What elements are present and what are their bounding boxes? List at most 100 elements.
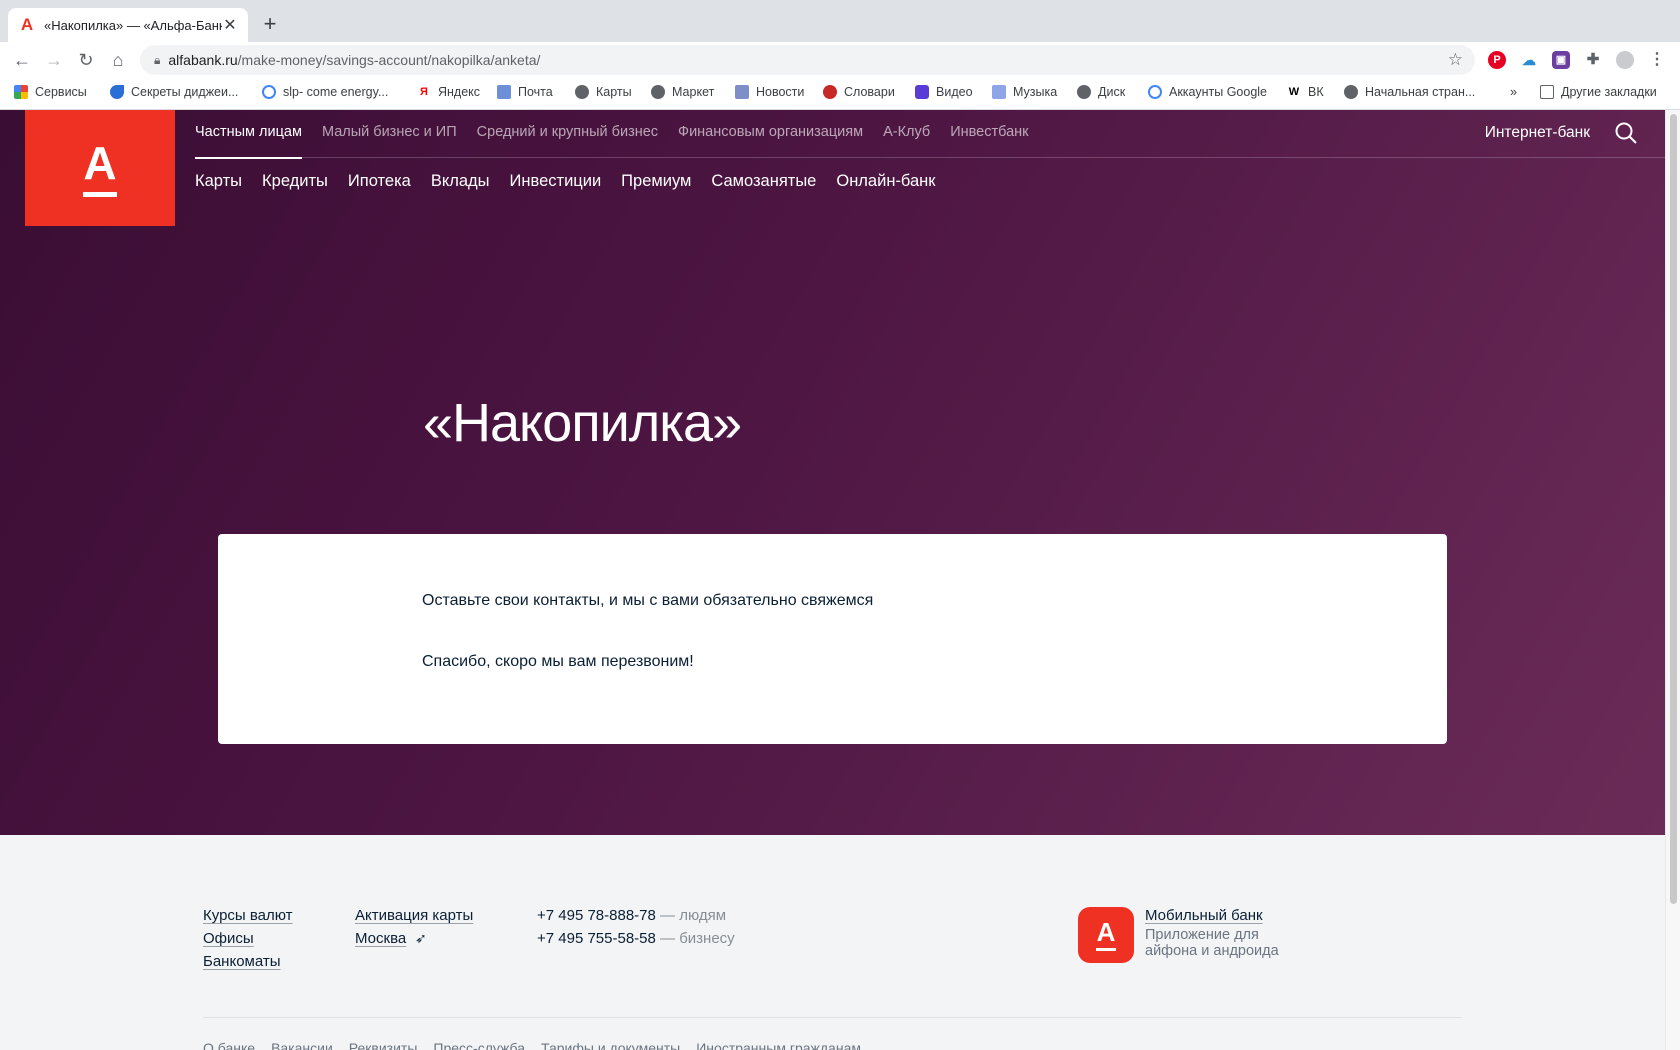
tab-title: «Накопилка» — «Альфа-Банк»: [44, 17, 222, 33]
video-icon: [915, 85, 929, 99]
close-tab-icon[interactable]: ✕: [222, 15, 238, 35]
footer-bottom-link-5[interactable]: Тарифы и документы: [541, 1040, 680, 1050]
bookmark-label: Диск: [1098, 85, 1126, 99]
footer-bottom-link-3[interactable]: Реквизиты: [349, 1040, 418, 1050]
other-bookmarks[interactable]: Другие закладки: [1540, 85, 1657, 99]
bookmark-5[interactable]: Почта: [497, 85, 553, 99]
footer-bottom-link-6[interactable]: Иностранным гражданам: [696, 1040, 861, 1050]
google-icon: [262, 85, 276, 99]
bookmark-13[interactable]: Аккаунты Google: [1148, 85, 1267, 99]
top-nav-item-1[interactable]: Частным лицам: [195, 124, 302, 159]
lock-icon: 🔒︎: [154, 52, 161, 67]
bookmark-1[interactable]: Сервисы: [14, 85, 87, 99]
bookmark-label: Маркет: [672, 85, 715, 99]
footer-link-rates[interactable]: Курсы валют: [203, 907, 293, 924]
bookmark-2[interactable]: Секреты диджеи...: [110, 85, 238, 99]
menu-icon[interactable]: ⋮: [1648, 51, 1666, 69]
search-icon[interactable]: [1615, 122, 1637, 144]
bookmark-star-icon[interactable]: ☆: [1448, 50, 1463, 70]
sub-nav-item-3[interactable]: Ипотека: [348, 172, 411, 191]
browser-tab[interactable]: А «Накопилка» — «Альфа-Банк» ✕: [8, 8, 248, 42]
folder-icon: [1540, 85, 1554, 99]
pinterest-icon[interactable]: P: [1488, 51, 1506, 69]
apps-icon: [14, 85, 28, 99]
scrollbar-thumb[interactable]: [1670, 114, 1677, 904]
sub-nav: Карты Кредиты Ипотека Вклады Инвестиции Преми…: [195, 172, 936, 191]
footer-city-link[interactable]: Москва: [355, 930, 406, 947]
bookmark-label: Почта: [518, 85, 553, 99]
bookmarks-bar: » Другие закладки Сервисы Секреты диджеи.…: [0, 78, 1680, 110]
top-nav-item-3[interactable]: Средний и крупный бизнес: [477, 124, 658, 152]
footer-bottom-link-2[interactable]: Вакансии: [271, 1040, 333, 1050]
location-arrow-icon[interactable]: ➶: [415, 930, 427, 947]
bookmark-label: Аккаунты Google: [1169, 85, 1268, 99]
internet-bank-link[interactable]: Интернет-банк: [1485, 124, 1590, 142]
bookmark-label: Яндекс: [438, 85, 481, 99]
top-nav-item-5[interactable]: А-Клуб: [883, 124, 930, 152]
bookmark-label: Видео: [936, 85, 973, 99]
phone-business[interactable]: +7 495 755-58-58 — бизнесу: [537, 930, 735, 947]
globe-icon: [1077, 85, 1091, 99]
home-icon[interactable]: ⌂: [106, 48, 130, 72]
sub-nav-item-4[interactable]: Вклады: [431, 172, 490, 191]
app-description: Приложение для айфона и андроида: [1145, 927, 1279, 959]
bookmark-label: Карты: [596, 85, 632, 99]
sub-nav-item-5[interactable]: Инвестиции: [510, 172, 602, 191]
sub-nav-item-1[interactable]: Карты: [195, 172, 242, 191]
bookmark-6[interactable]: Карты: [575, 85, 632, 99]
bookmark-12[interactable]: Диск: [1077, 85, 1125, 99]
forward-arrow-icon[interactable]: →: [42, 48, 66, 72]
avatar[interactable]: [1616, 51, 1634, 69]
globe-icon: [651, 85, 665, 99]
bookmark-label: slp- come energy...: [283, 85, 389, 99]
form-card: Оставьте свои контакты, и мы с вами обяз…: [218, 534, 1447, 744]
top-nav-item-6[interactable]: Инвестбанк: [950, 124, 1028, 152]
reload-icon[interactable]: ↻: [74, 48, 98, 72]
extension-purple-icon[interactable]: ▣: [1552, 51, 1570, 69]
bookmark-7[interactable]: Маркет: [651, 85, 714, 99]
top-nav-item-4[interactable]: Финансовым организациям: [678, 124, 863, 152]
footer-bottom-link-4[interactable]: Пресс-служба: [433, 1040, 525, 1050]
drop-icon: [110, 85, 124, 99]
alfa-logo[interactable]: А: [25, 110, 175, 226]
sub-nav-item-8[interactable]: Онлайн-банк: [836, 172, 935, 191]
bookmark-10[interactable]: Видео: [915, 85, 973, 99]
cloud-icon[interactable]: ☁: [1520, 51, 1538, 69]
web-page: А Частным лицам Малый бизнес и ИП Средний …: [0, 110, 1665, 1050]
bookmark-14[interactable]: W ВК: [1287, 85, 1324, 99]
page-title: «Накопилка»: [423, 393, 742, 453]
dict-icon: [823, 85, 837, 99]
bookmark-3[interactable]: slp- come energy...: [262, 85, 388, 99]
footer-bottom-link-1[interactable]: О банке: [203, 1040, 255, 1050]
sub-nav-item-2[interactable]: Кредиты: [262, 172, 328, 191]
bookmark-11[interactable]: Музыка: [992, 85, 1057, 99]
bookmark-4[interactable]: Я Яндекс: [417, 85, 480, 99]
sub-nav-item-7[interactable]: Самозанятые: [711, 172, 816, 191]
bookmarks-more-button[interactable]: »: [1510, 85, 1517, 99]
back-arrow-icon[interactable]: ←: [10, 48, 34, 72]
footer-bottom-links: О банке Вакансии Реквизиты Пресс-служба Тари…: [203, 1040, 861, 1050]
bookmark-15[interactable]: Начальная стран...: [1344, 85, 1475, 99]
scrollbar[interactable]: [1665, 110, 1680, 1050]
footer-link-atms[interactable]: Банкоматы: [203, 953, 281, 970]
mobile-app-icon[interactable]: А: [1078, 907, 1134, 963]
puzzle-icon[interactable]: ✚: [1584, 51, 1602, 69]
phone-people[interactable]: +7 495 78-888-78 — людям: [537, 907, 726, 924]
bookmark-9[interactable]: Словари: [823, 85, 895, 99]
bookmark-8[interactable]: Новости: [735, 85, 804, 99]
google-icon: [1148, 85, 1162, 99]
bookmark-label: Сервисы: [35, 85, 87, 99]
music-icon: [992, 85, 1006, 99]
footer: Курсы валют Офисы Банкоматы Активация ка…: [0, 835, 1665, 1050]
address-bar[interactable]: 🔒︎ alfabank.ru/make-money/savings-accoun…: [140, 45, 1475, 75]
new-tab-button[interactable]: +: [260, 11, 280, 37]
footer-link-card-activation[interactable]: Активация карты: [355, 907, 473, 924]
logo-bar: [83, 191, 117, 197]
sub-nav-item-6[interactable]: Премиум: [621, 172, 691, 191]
top-nav: Частным лицам Малый бизнес и ИП Средний и …: [195, 124, 1029, 159]
top-nav-item-2[interactable]: Малый бизнес и ИП: [322, 124, 457, 152]
footer-link-offices[interactable]: Офисы: [203, 930, 254, 947]
app-logo-letter: А: [1096, 917, 1116, 947]
mobile-bank-link[interactable]: Мобильный банк: [1145, 907, 1263, 924]
globe-icon: [575, 85, 589, 99]
